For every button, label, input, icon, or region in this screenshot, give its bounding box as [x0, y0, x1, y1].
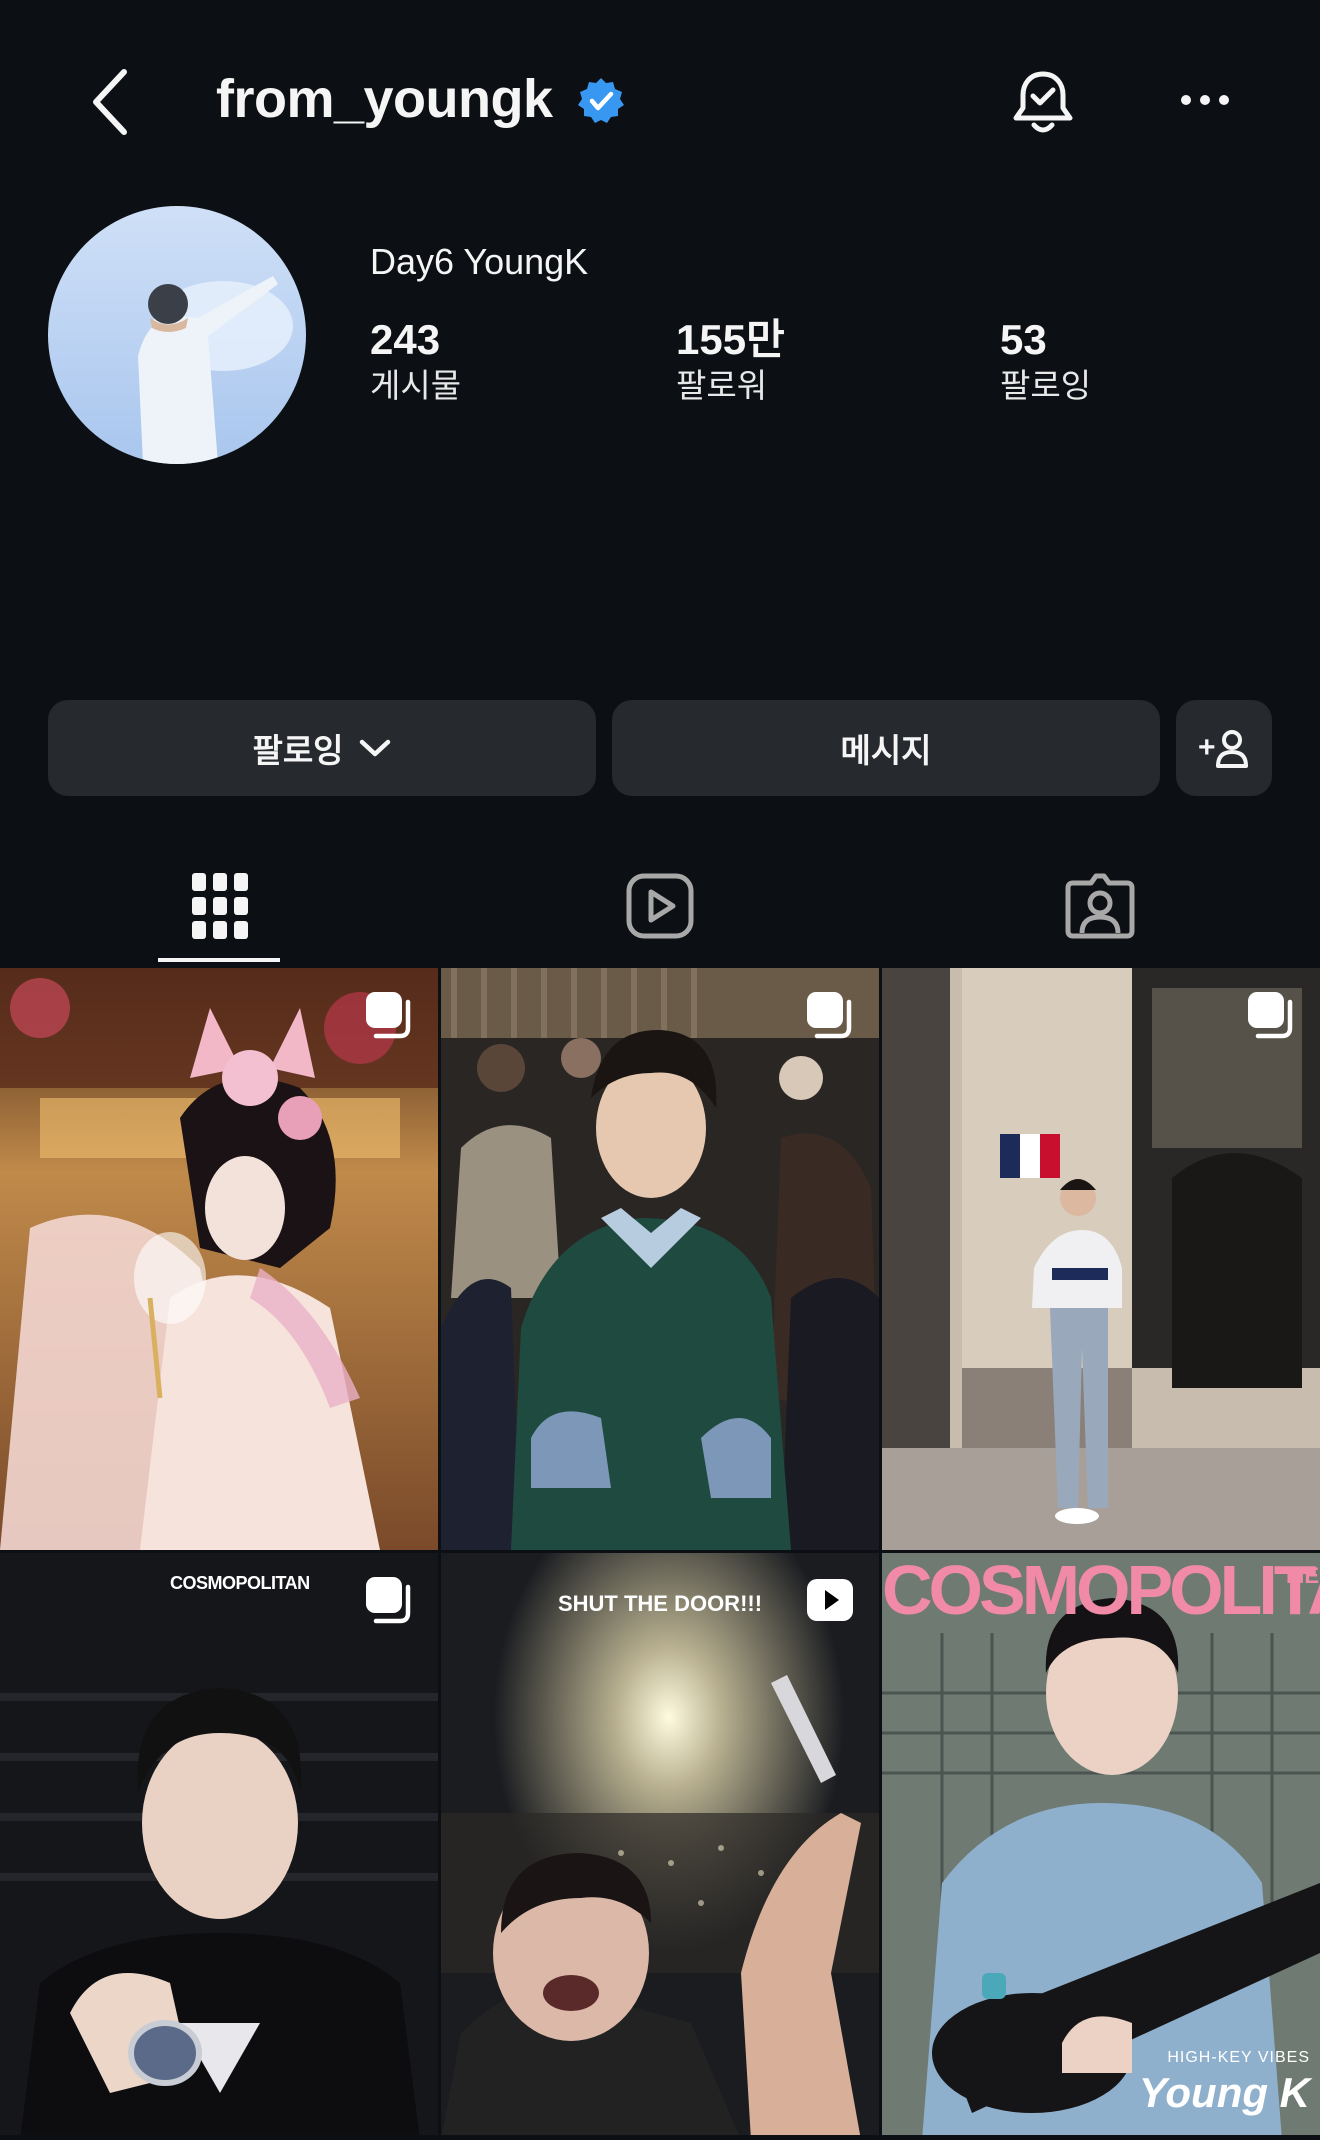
message-button[interactable]: 메시지 — [612, 700, 1160, 796]
carousel-icon — [366, 1577, 411, 1624]
profile-avatar[interactable] — [48, 206, 306, 464]
stat-following[interactable]: 53 팔로잉 — [1000, 316, 1091, 408]
post-overlay-sub: MEN — [1286, 1563, 1320, 1588]
post-overlay-text: COSMOPOLITAN — [882, 1553, 1320, 1629]
message-button-label: 메시지 — [840, 732, 932, 769]
post-image — [882, 968, 1320, 1550]
bell-check-icon[interactable] — [1010, 68, 1076, 138]
add-plus-glyph: + — [1198, 731, 1216, 764]
display-name: Day6 YoungK — [370, 241, 589, 282]
active-tab-indicator — [158, 958, 280, 962]
post-overlay-foot1: HIGH-KEY VIBES — [1167, 2049, 1310, 2066]
post-image — [882, 1553, 1320, 2135]
grid-icon — [192, 873, 248, 939]
chevron-down-icon — [359, 739, 390, 757]
tab-grid[interactable] — [0, 850, 440, 962]
post-image — [441, 1553, 879, 2135]
stat-posts[interactable]: 243 게시물 — [370, 316, 461, 408]
more-horizontal-icon[interactable] — [1180, 88, 1230, 112]
tab-tagged[interactable] — [880, 850, 1320, 962]
following-label: 팔로잉 — [1000, 367, 1092, 404]
post-tile[interactable]: SHUT THE DOOR!!! — [441, 1553, 879, 2135]
post-tile[interactable]: COSMOPOLITAN — [0, 1553, 438, 2135]
back-icon[interactable] — [78, 62, 148, 142]
carousel-icon — [366, 992, 411, 1039]
followers-label: 팔로워 — [676, 367, 768, 404]
add-person-icon: + — [1198, 730, 1248, 768]
post-tile[interactable]: COSMOPOLITAN MEN HIGH-KEY VIBES Young K — [882, 1553, 1320, 2135]
profile-page: from_youngk Day6 YoungK 243 게시물 155만 팔로워… — [0, 0, 1320, 2140]
reel-icon — [807, 1579, 853, 1621]
following-button[interactable]: 팔로잉 — [48, 700, 596, 796]
profile-username: from_youngk — [216, 69, 553, 129]
tagged-person-icon — [1065, 873, 1135, 939]
post-overlay-text: COSMOPOLITAN — [170, 1573, 310, 1593]
carousel-icon — [1248, 992, 1293, 1039]
post-image — [441, 968, 879, 1550]
posts-grid: COSMOPOLITAN SHUT THE DOOR!!! COSMOPOLIT… — [0, 968, 1320, 2140]
add-person-button[interactable]: + — [1176, 700, 1272, 796]
post-tile[interactable] — [0, 968, 438, 1550]
following-button-label: 팔로잉 — [252, 732, 344, 769]
carousel-icon — [807, 992, 852, 1039]
top-bar: from_youngk — [0, 0, 1320, 200]
posts-label: 게시물 — [370, 367, 462, 404]
post-tile[interactable] — [882, 968, 1320, 1550]
avatar-image — [48, 206, 306, 464]
post-image — [0, 1553, 438, 2135]
stat-followers[interactable]: 155만 팔로워 — [676, 316, 785, 408]
following-count: 53 — [1000, 316, 1047, 363]
tab-reels[interactable] — [440, 850, 880, 962]
reels-icon — [626, 873, 694, 939]
post-overlay-foot2: Young K — [1138, 2069, 1310, 2116]
posts-count: 243 — [370, 316, 441, 363]
verified-badge-icon — [578, 78, 624, 123]
followers-count: 155만 — [676, 316, 785, 363]
post-tile[interactable] — [441, 968, 879, 1550]
post-image — [0, 968, 438, 1550]
